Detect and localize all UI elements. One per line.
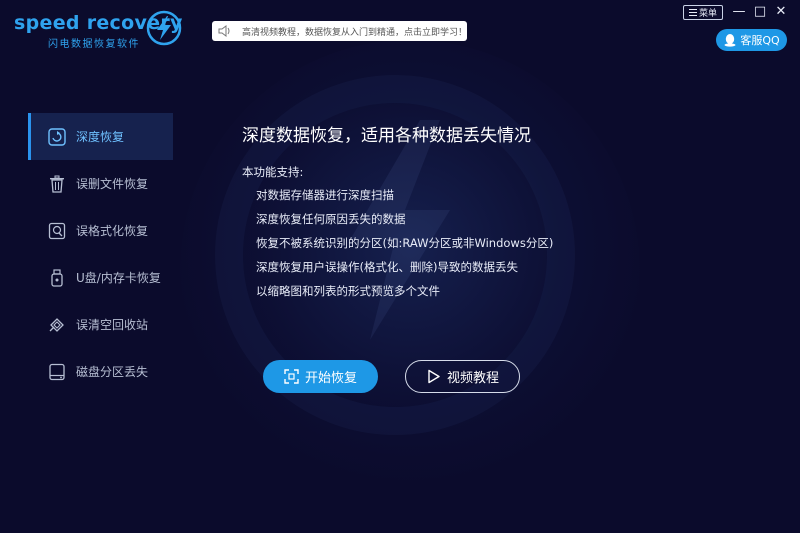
sidebar-item-label: U盘/内存卡恢复 bbox=[76, 271, 161, 285]
video-button-label: 视频教程 bbox=[446, 371, 499, 386]
list-item: 对数据存储器进行深度扫描 bbox=[256, 188, 394, 202]
list-item: 恢复不被系统识别的分区(如:RAW分区或非Windows分区) bbox=[256, 236, 554, 250]
format-icon bbox=[48, 222, 66, 239]
sidebar-item-deleted-files[interactable]: 误删文件恢复 bbox=[28, 160, 173, 207]
list-item: 以缩略图和列表的形式预览多个文件 bbox=[256, 284, 440, 298]
qq-label: 客服QQ bbox=[740, 34, 780, 47]
recycle-bin-icon bbox=[49, 317, 64, 332]
deep-recovery-icon bbox=[48, 127, 66, 146]
video-tutorial-button[interactable]: 视频教程 bbox=[405, 360, 520, 393]
start-recovery-button[interactable]: 开始恢复 bbox=[263, 360, 378, 393]
sidebar-item-label: 误删文件恢复 bbox=[76, 177, 149, 191]
menu-button[interactable]: 菜单 bbox=[683, 5, 723, 20]
usb-icon bbox=[51, 268, 63, 287]
sidebar-item-deep-recovery[interactable]: 深度恢复 bbox=[28, 113, 173, 160]
list-item: 深度恢复任何原因丢失的数据 bbox=[256, 212, 406, 226]
customer-service-qq-button[interactable]: 客服QQ bbox=[716, 29, 787, 51]
scan-icon bbox=[284, 369, 299, 384]
sidebar-item-partition-lost[interactable]: 磁盘分区丢失 bbox=[28, 348, 173, 395]
sidebar-item-label: 磁盘分区丢失 bbox=[76, 365, 149, 379]
disk-icon bbox=[49, 363, 65, 380]
menu-icon bbox=[688, 9, 697, 16]
play-icon bbox=[428, 369, 440, 384]
sidebar: 深度恢复 误删文件恢复 误格式化恢复 U盘/内存卡恢复 误清空回收站 磁盘分区丢… bbox=[28, 113, 173, 395]
sidebar-item-usb-recovery[interactable]: U盘/内存卡恢复 bbox=[28, 254, 173, 301]
sidebar-item-label: 误清空回收站 bbox=[76, 318, 149, 332]
notice-text: 高清视频教程，数据恢复从入门到精通，点击立即学习！ bbox=[241, 27, 467, 38]
close-button[interactable]: ✕ bbox=[773, 4, 789, 20]
sidebar-item-format-recovery[interactable]: 误格式化恢复 bbox=[28, 207, 173, 254]
notice-banner[interactable]: 高清视频教程，数据恢复从入门到精通，点击立即学习！ bbox=[212, 21, 467, 41]
maximize-button[interactable]: □ bbox=[752, 4, 768, 20]
sidebar-item-recycle-bin[interactable]: 误清空回收站 bbox=[28, 301, 173, 348]
trash-icon bbox=[50, 175, 64, 193]
lightning-logo-icon bbox=[146, 10, 182, 46]
feature-list: 对数据存储器进行深度扫描 深度恢复任何原因丢失的数据 恢复不被系统识别的分区(如… bbox=[256, 187, 553, 307]
minimize-button[interactable]: — bbox=[731, 4, 747, 20]
speaker-icon bbox=[218, 25, 230, 37]
logo-subtitle: 闪电数据恢复软件 bbox=[48, 39, 140, 50]
list-item: 深度恢复用户误操作(格式化、删除)导致的数据丢失 bbox=[256, 260, 518, 274]
qq-penguin-icon bbox=[724, 34, 736, 47]
support-label: 本功能支持: bbox=[242, 165, 304, 179]
start-button-label: 开始恢复 bbox=[304, 371, 357, 386]
page-title: 深度数据恢复，适用各种数据丢失情况 bbox=[242, 126, 531, 146]
sidebar-item-label: 深度恢复 bbox=[76, 130, 125, 144]
menu-label: 菜单 bbox=[698, 9, 717, 19]
sidebar-item-label: 误格式化恢复 bbox=[76, 224, 149, 238]
